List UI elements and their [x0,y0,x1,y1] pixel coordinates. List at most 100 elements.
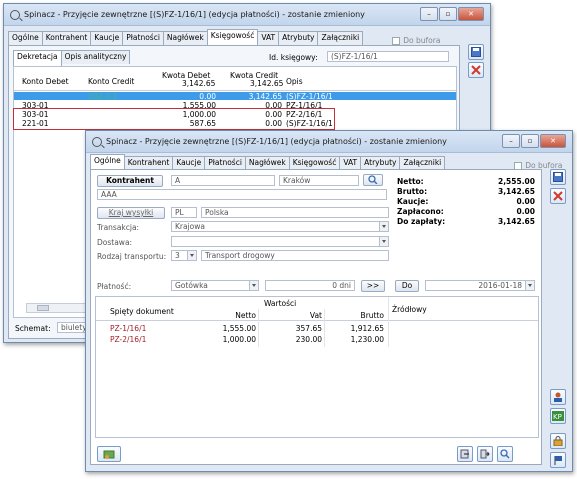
summary-brutto-value: 3,142.65 [497,187,535,196]
tab-vat[interactable]: VAT [339,156,362,170]
rodzaj-code-select[interactable]: 3 [171,250,197,261]
kraj-code-field[interactable]: PL [171,207,197,218]
termin-date-field[interactable]: 2016-01-18 [425,280,535,291]
close-button[interactable]: ✕ [458,7,484,21]
table-row[interactable]: 202-2-1 0.00 3,142.65 (S)FZ-1/16/1 [14,92,456,101]
col-brutto[interactable]: Brutto [328,311,384,320]
subtab-opis-analityczny[interactable]: Opis analityczny [60,50,131,64]
flag-button[interactable] [550,452,566,468]
kontrahent-button[interactable]: Kontrahent [97,175,163,187]
back-tab-ksiegowosc[interactable]: Księgowość [206,29,259,45]
termin-dni-field[interactable]: 0 dni [265,280,355,291]
save-button[interactable] [468,44,484,60]
table-row[interactable]: PZ-1/16/1 1,555.00 357.65 1,912.65 [96,324,538,333]
contractor-button[interactable] [550,389,566,405]
col-vat[interactable]: Vat [266,311,322,320]
search-icon [368,175,378,185]
transakcja-select[interactable]: Krajowa [171,221,389,232]
subtab-dekretacja[interactable]: Dekretacja [13,50,62,66]
back-do-bufora[interactable]: Do bufora [392,36,440,45]
link-document-button[interactable] [97,446,121,462]
detach-button[interactable] [477,446,493,462]
tab-ksiegowosc[interactable]: Księgowość [288,156,341,170]
row-brutto: 1,912.65 [350,324,384,333]
tab-kontrahent[interactable]: Kontrahent [123,156,174,170]
back-tab-atrybuty[interactable]: Atrybuty [278,31,319,45]
summary-kaucje-value: 0.00 [516,197,535,206]
front-window: Spinacz - Przyjęcie zewnętrzne [(S)FZ-1/… [85,130,573,472]
chevron-down-icon [379,222,388,231]
id-ksiegowy-label: Id. księgowy: [269,53,318,62]
kontrahent-code-field[interactable]: A [171,175,275,186]
summary-zaplacono-label: Zapłacono: [397,207,444,216]
back-window-title: Spinacz - Przyjęcie zewnętrzne [(S)FZ-1/… [24,10,365,19]
dostawa-select[interactable] [171,236,389,247]
back-tab-vat[interactable]: VAT [257,31,280,45]
col-zrodlowy[interactable]: Źródłowy [392,305,427,314]
kraj-name-field[interactable]: Polska [201,207,389,218]
cancel-button[interactable] [468,62,484,78]
col-wartosci: Wartości [264,299,297,308]
do-bufora-checkbox[interactable] [392,37,401,45]
back-titlebar: Spinacz - Przyjęcie zewnętrzne [(S)FZ-1/… [4,4,490,26]
total-credit: 3,142.65 [250,79,284,88]
cancel-icon [471,65,481,75]
transakcja-value: Krajowa [175,222,205,231]
col-konto-debet[interactable]: Konto Debet [22,77,69,86]
maximize-button[interactable]: ▫ [521,134,539,148]
tab-kaucje[interactable]: Kaucje [172,156,206,170]
rodzaj-transportu-field[interactable]: Transport drogowy [201,250,389,261]
forward-button[interactable]: >> [361,280,385,292]
row-doc: PZ-1/16/1 [110,324,147,333]
flag-icon [554,456,562,465]
col-opis[interactable]: Opis [286,77,303,86]
minimize-button[interactable]: – [420,7,438,21]
do-button[interactable]: Do [395,280,419,292]
save-button[interactable] [550,169,566,185]
kontrahent-search-button[interactable] [363,174,383,186]
back-tab-kontrahent[interactable]: Kontrahent [41,31,92,45]
kraj-wysylki-button[interactable]: Kraj wysyłki [97,207,165,219]
table-row[interactable]: PZ-2/16/1 1,000.00 230.00 1,230.00 [96,335,538,344]
id-ksiegowy-field[interactable]: (S)FZ-1/16/1 [327,51,449,62]
close-button[interactable]: ✕ [540,134,566,148]
back-tab-ogolne[interactable]: Ogólne [8,31,43,45]
back-tab-naglowek[interactable]: Nagłówek [162,31,208,45]
maximize-button[interactable]: ▫ [439,7,457,21]
tab-naglowek[interactable]: Nagłówek [244,156,290,170]
kp-button[interactable]: KP [550,408,566,424]
col-netto[interactable]: Netto [196,311,256,320]
row-opis: (S)FZ-1/16/1 [286,92,333,101]
lock-icon [553,436,563,446]
kp-icon: KP [552,411,564,421]
col-spiety-dokument[interactable]: Spięty dokument [110,307,174,316]
back-tab-kaucje[interactable]: Kaucje [90,31,124,45]
dostawa-label: Dostawa: [97,238,133,247]
platnosc-select[interactable]: Gotówka [171,280,259,291]
summary-zaplacono-value: 0.00 [516,207,535,216]
summary-netto-value: 2,555.00 [497,177,535,186]
row-vat: 357.65 [295,324,322,333]
platnosc-value: Gotówka [175,281,208,290]
back-tab-platnosci[interactable]: Płatności [122,31,164,45]
chevron-down-icon [187,251,196,260]
tab-zalaczniki[interactable]: Załączniki [399,156,446,170]
tab-atrybuty[interactable]: Atrybuty [360,156,401,170]
back-tab-zalaczniki[interactable]: Załączniki [317,31,364,45]
preview-button[interactable] [497,446,513,462]
total-debet: 3,142.65 [182,79,216,88]
col-konto-credit[interactable]: Konto Credit [88,77,134,86]
lock-button[interactable] [550,433,566,449]
row-kc: 3,142.65 [248,92,282,101]
kontrahent-name-field[interactable]: AAA [97,189,387,200]
tab-platnosci[interactable]: Płatności [204,156,246,170]
attach-button[interactable] [457,446,473,462]
row-doc: PZ-2/16/1 [110,335,147,344]
minimize-button[interactable]: – [502,134,520,148]
documents-grid: Spięty dokument Wartości Netto Vat Brutt… [95,296,539,438]
kontrahent-city-field[interactable]: Kraków [279,175,359,186]
paperclip-icon [103,450,115,459]
cancel-button[interactable] [550,188,566,204]
chevron-down-icon [525,281,534,290]
tab-ogolne[interactable]: Ogólne [90,154,125,170]
